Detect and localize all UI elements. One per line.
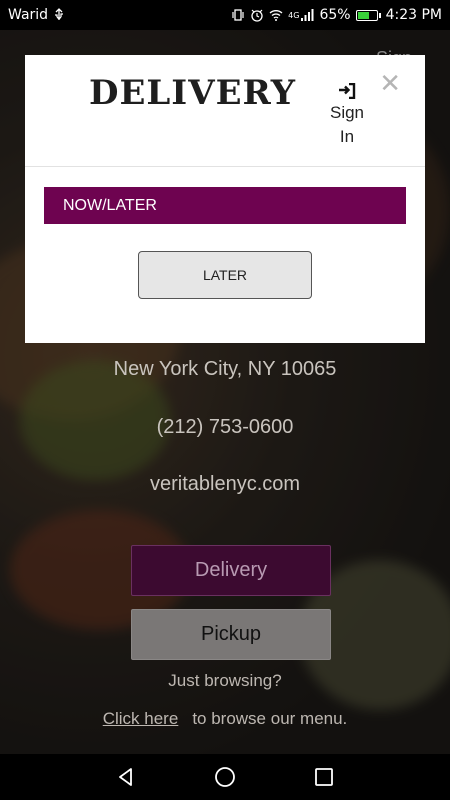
back-button[interactable] xyxy=(114,765,138,789)
battery-icon xyxy=(355,9,381,21)
click-here-link: Click here xyxy=(102,709,179,728)
signin-label-line2: In xyxy=(339,127,355,146)
usb-icon xyxy=(55,8,64,20)
android-nav-bar xyxy=(0,754,450,800)
sign-in-icon xyxy=(339,83,356,99)
recents-square-icon xyxy=(315,768,334,786)
recents-button[interactable] xyxy=(312,765,336,789)
website-link: veritablenyc.com xyxy=(149,473,301,495)
close-icon[interactable]: ✕ xyxy=(379,69,401,99)
modal-header: DELIVERY Sign In ✕ xyxy=(25,55,425,167)
alarm-icon xyxy=(251,9,263,22)
now-later-header: NOW/LATER xyxy=(44,187,406,224)
network-type-label: 4G xyxy=(288,10,300,20)
home-button[interactable] xyxy=(213,765,237,789)
address-line: New York City, NY 10065 xyxy=(113,358,337,380)
modal-title: DELIVERY xyxy=(89,73,296,113)
back-triangle-icon xyxy=(118,768,132,786)
later-button[interactable]: LATER xyxy=(138,251,312,299)
signal-icon xyxy=(301,9,314,21)
battery-percent: 65% xyxy=(319,7,351,23)
browse-menu-text: to browse our menu. xyxy=(192,709,348,728)
clock: 4:23 PM xyxy=(385,7,442,23)
vibrate-icon xyxy=(232,9,244,21)
wifi-icon xyxy=(269,10,283,21)
just-browsing-text: Just browsing? xyxy=(168,671,282,690)
carrier-label: Warid xyxy=(8,7,49,23)
phone-number: (212) 753-0600 xyxy=(156,416,294,438)
delivery-button: Delivery xyxy=(131,545,331,596)
browse-menu-line: Click here to browse our menu. xyxy=(0,709,450,729)
pickup-button: Pickup xyxy=(131,609,331,660)
signin-button[interactable]: Sign In xyxy=(323,83,371,149)
signin-label-line1: Sign xyxy=(329,103,365,122)
delivery-modal: DELIVERY Sign In ✕ NOW/LATER LATER xyxy=(25,55,425,343)
status-bar: Warid 4G 65% 4:23 PM xyxy=(0,0,450,30)
home-circle-icon xyxy=(215,767,235,787)
